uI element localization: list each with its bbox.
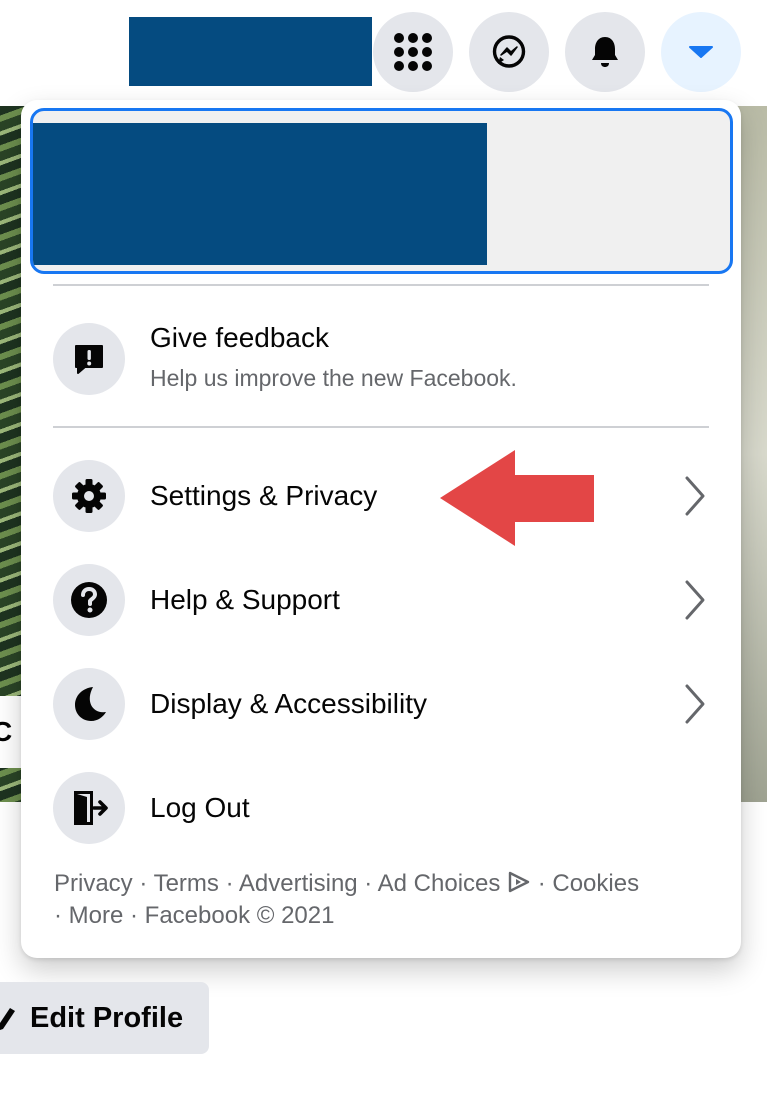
- footer-links-primary[interactable]: Privacy · Terms · Advertising · Ad Choic…: [54, 870, 500, 897]
- profile-name-fragment-text: C: [0, 716, 13, 747]
- menu-item-help-support[interactable]: Help & Support: [53, 555, 709, 645]
- menu-item-label: Settings & Privacy: [150, 480, 378, 511]
- redacted-profile-info: [33, 123, 487, 265]
- moon-icon-wrapper: [53, 668, 125, 740]
- menu-item-label: Give feedback: [150, 322, 329, 353]
- menu-item-log-out[interactable]: Log Out: [53, 763, 709, 853]
- account-button[interactable]: [661, 12, 741, 92]
- menu-button[interactable]: [373, 12, 453, 92]
- menu-footer-links: Privacy · Terms · Advertising · Ad Choic…: [54, 868, 724, 932]
- menu-item-display-accessibility[interactable]: Display & Accessibility: [53, 659, 709, 749]
- menu-item-give-feedback[interactable]: Give feedback Help us improve the new Fa…: [53, 309, 709, 409]
- footer-line-2[interactable]: · More · Facebook © 2021: [54, 900, 724, 932]
- logout-icon: [74, 791, 108, 825]
- footer-line-1: Privacy · Terms · Advertising · Ad Choic…: [54, 868, 724, 900]
- edit-profile-label: Edit Profile: [30, 1002, 184, 1034]
- chevron-right-icon: [685, 684, 705, 724]
- ad-choices-icon: [508, 871, 530, 893]
- messenger-button[interactable]: [469, 12, 549, 92]
- menu-divider: [53, 426, 709, 428]
- footer-link-cookies[interactable]: · Cookies: [531, 870, 639, 897]
- chevron-right-icon: [685, 580, 705, 620]
- chevron-right-icon: [685, 476, 705, 516]
- edit-profile-button[interactable]: Edit Profile: [0, 982, 209, 1054]
- menu-grid-icon: [394, 33, 432, 71]
- account-dropdown-menu: Give feedback Help us improve the new Fa…: [21, 100, 741, 958]
- feedback-icon-wrapper: [53, 323, 125, 395]
- annotation-arrow-icon: [440, 450, 594, 546]
- gear-icon: [72, 479, 106, 513]
- menu-divider: [53, 284, 709, 286]
- menu-item-label: Help & Support: [150, 584, 340, 615]
- profile-link-card[interactable]: [30, 108, 733, 274]
- notifications-button[interactable]: [565, 12, 645, 92]
- question-icon: [71, 582, 107, 618]
- gear-icon-wrapper: [53, 460, 125, 532]
- moon-icon: [75, 687, 106, 721]
- menu-item-label: Display & Accessibility: [150, 688, 427, 719]
- redacted-profile-link[interactable]: [129, 17, 372, 86]
- menu-item-sublabel: Help us improve the new Facebook.: [150, 365, 517, 391]
- feedback-icon: [75, 345, 103, 374]
- question-icon-wrapper: [53, 564, 125, 636]
- menu-item-label: Log Out: [150, 792, 250, 823]
- logout-icon-wrapper: [53, 772, 125, 844]
- notifications-bell-icon: [592, 37, 618, 67]
- top-navigation-bar: [0, 0, 767, 104]
- messenger-icon: [492, 35, 526, 68]
- account-caret-icon: [689, 46, 713, 58]
- pencil-icon: [0, 1008, 15, 1030]
- menu-item-settings-privacy[interactable]: Settings & Privacy: [53, 451, 709, 541]
